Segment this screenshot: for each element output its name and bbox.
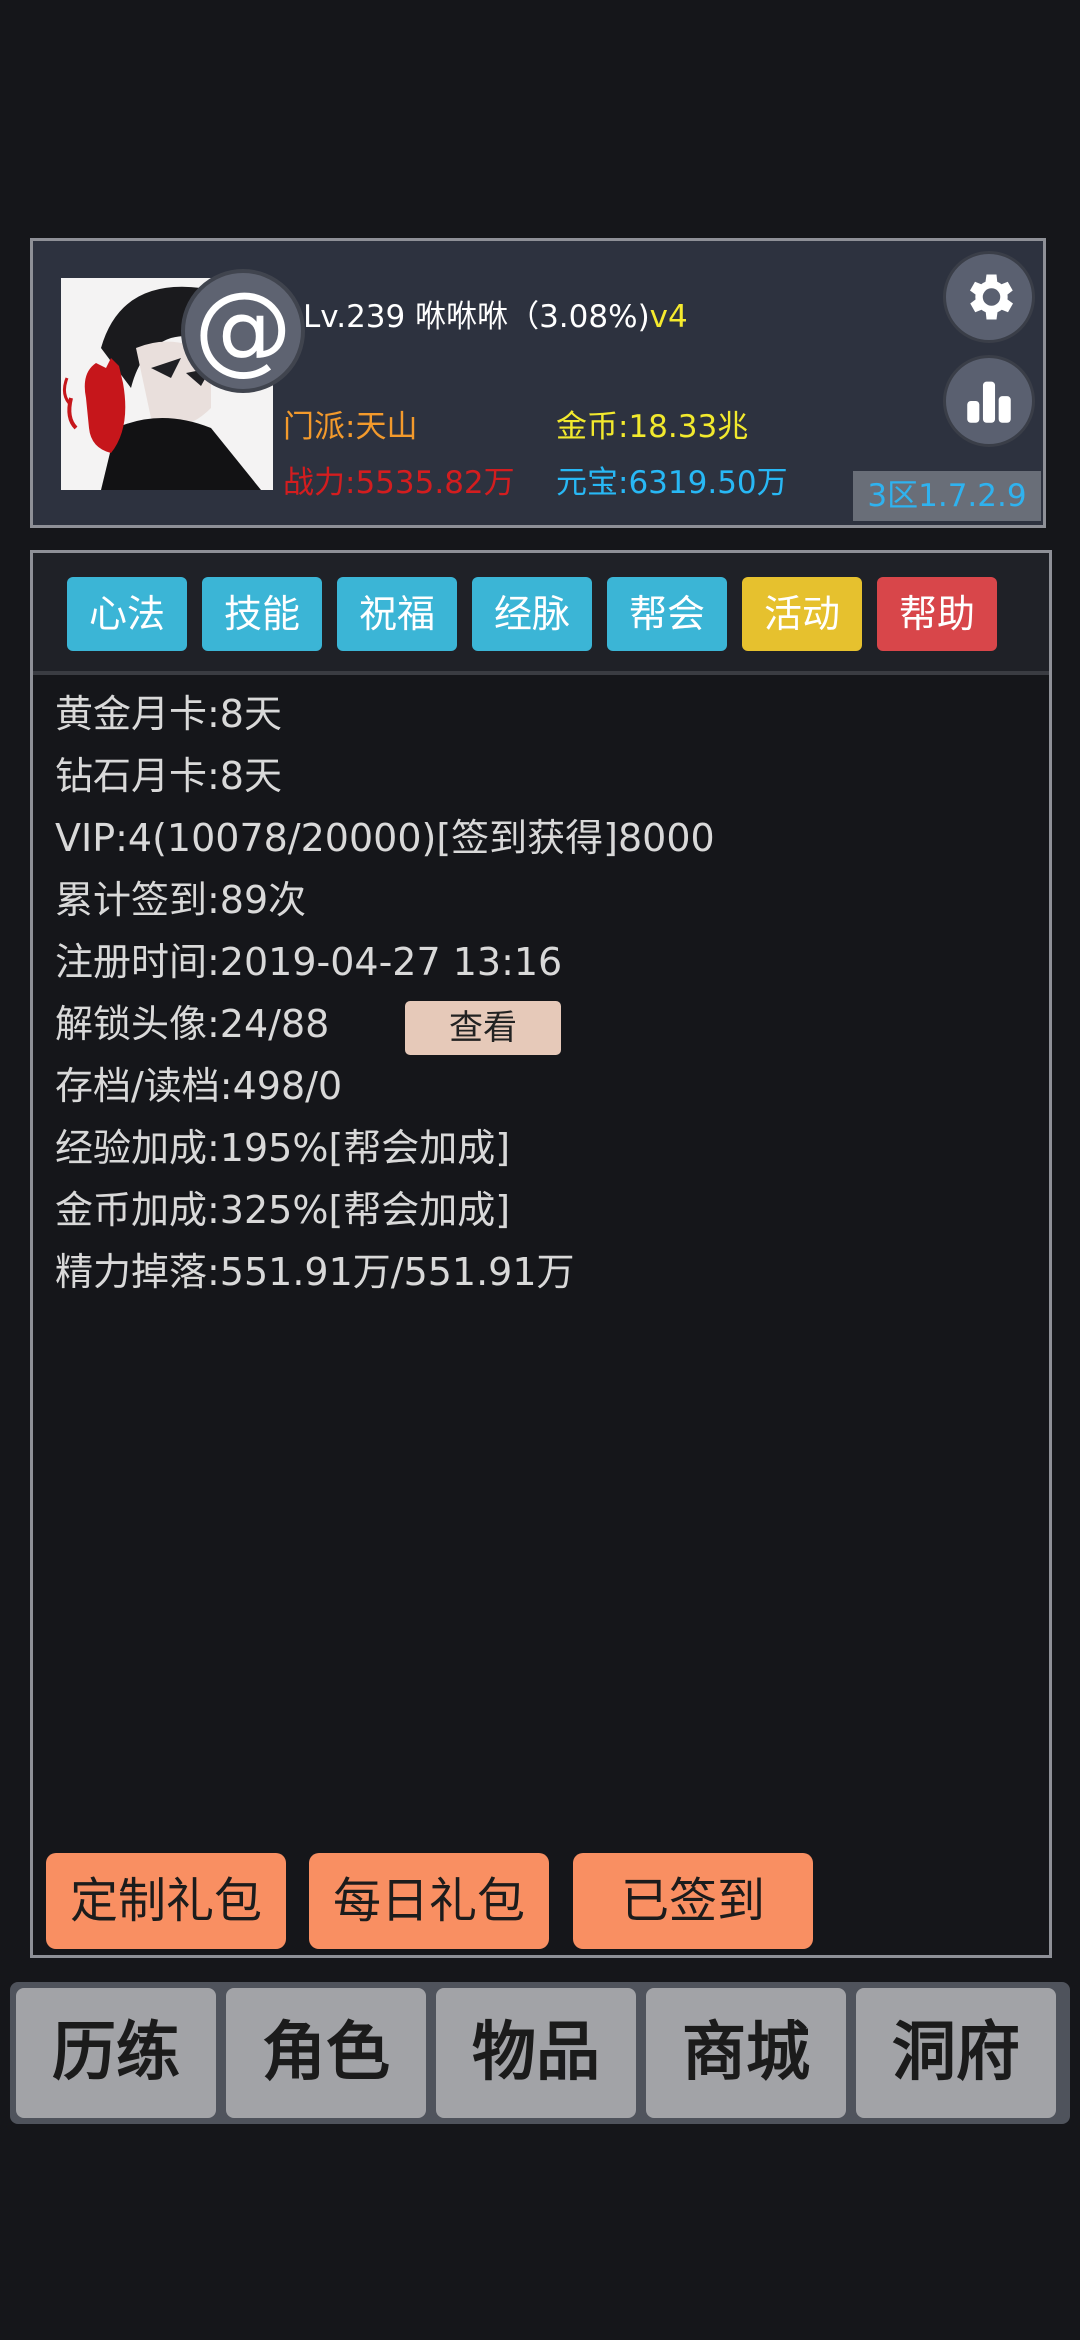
tab-meridians[interactable]: 经脉	[472, 577, 592, 651]
combat-power-text: 战力:5535.82万	[283, 465, 515, 501]
gear-icon	[970, 274, 1013, 320]
character-info-panel: 心法 技能 祝福 经脉 帮会 活动 帮助 黄金月卡:8天 钻石月卡:8天 VIP…	[30, 550, 1052, 1958]
save-load-count: 存档/读档:498/0	[55, 1064, 343, 1108]
diamond-monthly-card: 钻石月卡:8天	[55, 754, 282, 798]
player-header-card: @ Lv.239 咻咻咻（3.08%)v4 门派:天山 战力:5535.82万 …	[30, 238, 1046, 528]
custom-pack-button[interactable]: 定制礼包	[46, 1853, 286, 1949]
vip-level-text: v4	[649, 299, 688, 335]
settings-button[interactable]	[943, 251, 1035, 343]
exp-bonus: 经验加成:195%[帮会加成]	[55, 1126, 511, 1170]
tab-help[interactable]: 帮助	[877, 577, 997, 651]
bar-chart-icon	[967, 381, 1011, 423]
sect-text: 门派:天山	[283, 409, 418, 445]
register-time: 注册时间:2019-04-27 13:16	[55, 940, 563, 984]
energy-drop: 精力掉落:551.91万/551.91万	[55, 1250, 575, 1294]
player-level-name: Lv.239 咻咻咻（3.08%)v4	[303, 291, 688, 336]
tab-mental-method[interactable]: 心法	[67, 577, 187, 651]
gold-monthly-card: 黄金月卡:8天	[55, 692, 282, 736]
bottom-navigation: 历练 角色 物品 商城 洞府	[10, 1982, 1070, 2124]
nav-items[interactable]: 物品	[436, 1988, 636, 2118]
vip-progress: VIP:4(10078/20000)[签到获得]8000	[55, 816, 715, 860]
info-list: 黄金月卡:8天 钻石月卡:8天 VIP:4(10078/20000)[签到获得]…	[55, 683, 715, 1303]
nav-shop[interactable]: 商城	[646, 1988, 846, 2118]
stats-button[interactable]	[943, 355, 1035, 447]
server-version-tag: 3区1.7.2.9	[853, 471, 1041, 521]
at-badge-icon[interactable]: @	[181, 269, 305, 393]
sign-in-total: 累计签到:89次	[55, 878, 307, 922]
tab-blessing[interactable]: 祝福	[337, 577, 457, 651]
tab-guild[interactable]: 帮会	[607, 577, 727, 651]
view-avatars-button[interactable]: 查看	[405, 1001, 561, 1055]
nav-cave-abode[interactable]: 洞府	[856, 1988, 1056, 2118]
daily-pack-button[interactable]: 每日礼包	[309, 1853, 549, 1949]
signed-in-button[interactable]: 已签到	[573, 1853, 813, 1949]
nav-training[interactable]: 历练	[16, 1988, 216, 2118]
tab-bar: 心法 技能 祝福 经脉 帮会 活动 帮助	[33, 553, 1049, 675]
avatars-unlocked-row: 解锁头像:24/88 查看	[55, 993, 715, 1055]
tab-skills[interactable]: 技能	[202, 577, 322, 651]
gold-text: 金币:18.33兆	[556, 409, 749, 445]
ingot-text: 元宝:6319.50万	[556, 465, 788, 501]
gold-bonus: 金币加成:325%[帮会加成]	[55, 1188, 511, 1232]
tab-events[interactable]: 活动	[742, 577, 862, 651]
nav-character[interactable]: 角色	[226, 1988, 426, 2118]
avatars-unlocked: 解锁头像:24/88	[55, 1002, 330, 1046]
level-name-text: Lv.239 咻咻咻（3.08%)	[303, 299, 650, 335]
